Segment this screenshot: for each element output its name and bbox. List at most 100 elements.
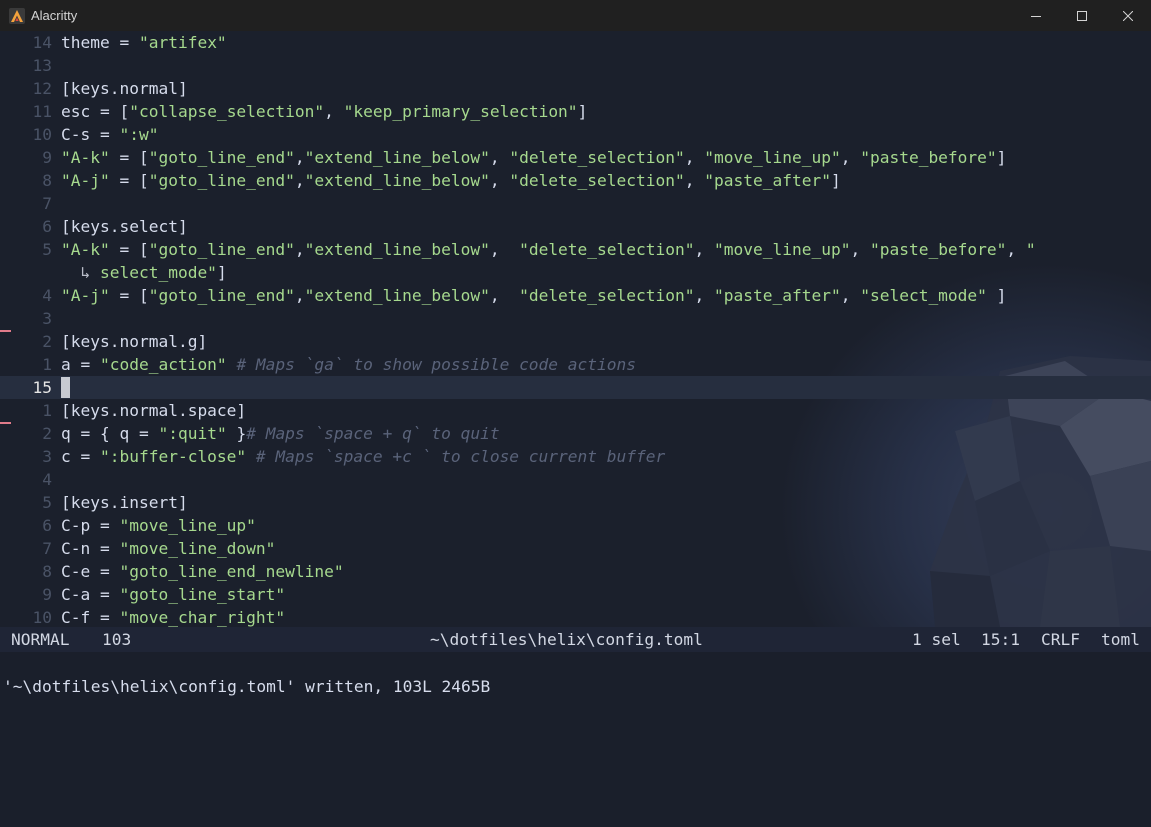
line-number: 9	[42, 585, 52, 604]
code-token: q = { q =	[61, 424, 159, 443]
code-line[interactable]: 8 "A-j" = ["goto_line_end","extend_line_b…	[0, 169, 1151, 192]
line-number: 1	[42, 355, 52, 374]
code-line[interactable]: 1 a = "code_action" # Maps `ga` to show p…	[0, 353, 1151, 376]
string-token: ":buffer-close"	[99, 447, 247, 466]
comment-token: # Maps `ga` to show possible code action…	[236, 355, 637, 374]
string-token: "paste_before"	[869, 240, 1007, 259]
code-token: ,	[684, 171, 705, 190]
cursor-position: 15:1	[981, 630, 1020, 649]
line-number: 10	[32, 125, 53, 144]
diff-marker	[0, 422, 11, 424]
code-token: ,	[489, 286, 520, 305]
code-line[interactable]: 11 esc = ["collapse_selection", "keep_pri…	[0, 100, 1151, 123]
text-cursor	[61, 377, 70, 398]
code-token: ,	[294, 148, 305, 167]
code-line[interactable]: 3	[0, 307, 1151, 330]
maximize-button[interactable]	[1059, 0, 1105, 31]
current-line[interactable]: 15	[0, 376, 1151, 399]
code-line[interactable]: 9 C-a = "goto_line_start"	[0, 583, 1151, 606]
mode-indicator: NORMAL	[11, 630, 70, 649]
code-token: ]	[830, 171, 841, 190]
line-number: 8	[42, 562, 52, 581]
code-token: ,	[840, 286, 861, 305]
comment-token: # Maps `space +c ` to close current buff…	[255, 447, 666, 466]
code-token: C-e =	[61, 562, 120, 581]
line-content: a = "code_action" # Maps `ga` to show po…	[61, 353, 636, 376]
code-token: ]	[577, 102, 588, 121]
code-line[interactable]: ↳ select_mode"]	[0, 261, 1151, 284]
comment-token: # Maps `space + q` to quit	[246, 424, 500, 443]
code-line[interactable]: 2 [keys.normal.g]	[0, 330, 1151, 353]
code-token: ,	[294, 286, 305, 305]
string-token: "	[1025, 240, 1036, 259]
string-token: "A-k"	[61, 148, 110, 167]
code-token: ,	[850, 240, 870, 259]
line-content: esc = ["collapse_selection", "keep_prima…	[61, 100, 587, 123]
code-line[interactable]: 6 [keys.select]	[0, 215, 1151, 238]
code-token: = [	[109, 148, 149, 167]
code-line[interactable]: 4	[0, 468, 1151, 491]
code-token: ]	[996, 148, 1007, 167]
line-ending: CRLF	[1041, 630, 1080, 649]
line-content: C-n = "move_line_down"	[61, 537, 275, 560]
code-line[interactable]: 8 C-e = "goto_line_end_newline"	[0, 560, 1151, 583]
line-number: 2	[42, 424, 52, 443]
code-line[interactable]: 7 C-n = "move_line_down"	[0, 537, 1151, 560]
string-token: "extend_line_below"	[304, 286, 490, 305]
code-token: C-p =	[61, 516, 120, 535]
code-line[interactable]: 12 [keys.normal]	[0, 77, 1151, 100]
code-token: ,	[294, 240, 305, 259]
line-number: 13	[32, 56, 53, 75]
selection-count: 1 sel	[912, 630, 961, 649]
close-icon	[1123, 10, 1133, 21]
line-number: 5	[42, 240, 52, 259]
code-token: [keys.normal.g]	[61, 332, 208, 351]
code-token: C-s =	[61, 125, 120, 144]
line-number: 6	[42, 217, 52, 236]
string-token: "select_mode"	[860, 286, 987, 305]
editor-pane[interactable]: 14 theme = "artifex" 13 12 [keys.normal] 11 es…	[0, 31, 1151, 627]
code-line[interactable]: 5 [keys.insert]	[0, 491, 1151, 514]
string-token: "goto_line_start"	[119, 585, 286, 604]
string-token: "delete_selection"	[509, 148, 685, 167]
string-token: ":w"	[119, 125, 159, 144]
code-token: [keys.select]	[61, 217, 188, 236]
code-line[interactable]: 13	[0, 54, 1151, 77]
minimize-button[interactable]	[1013, 0, 1059, 31]
close-button[interactable]	[1105, 0, 1151, 31]
string-token: "extend_line_below"	[304, 171, 490, 190]
soft-wrap-indicator: ↳	[61, 263, 100, 282]
code-line[interactable]: 9 "A-k" = ["goto_line_end","extend_line_b…	[0, 146, 1151, 169]
code-token: C-a =	[61, 585, 120, 604]
string-token: "goto_line_end"	[148, 148, 295, 167]
string-token: "goto_line_end"	[148, 171, 295, 190]
string-token: "move_line_up"	[704, 148, 841, 167]
line-content: [keys.normal]	[61, 77, 188, 100]
code-line[interactable]: 4 "A-j" = ["goto_line_end","extend_line_b…	[0, 284, 1151, 307]
code-line[interactable]: 6 C-p = "move_line_up"	[0, 514, 1151, 537]
command-line[interactable]: '~\dotfiles\helix\config.toml' written, …	[0, 652, 1151, 696]
code-line[interactable]: 10 C-f = "move_char_right"	[0, 606, 1151, 627]
code-line[interactable]: 1 [keys.normal.space]	[0, 399, 1151, 422]
string-token: "paste_after"	[704, 171, 831, 190]
code-line[interactable]: 14 theme = "artifex"	[0, 31, 1151, 54]
code-token: ,	[694, 240, 715, 259]
window-title: Alacritty	[31, 8, 78, 23]
maximize-icon	[1077, 10, 1087, 21]
code-token: theme =	[61, 33, 139, 52]
code-token: ,	[489, 148, 510, 167]
string-token: "goto_line_end_newline"	[119, 562, 344, 581]
code-line[interactable]: 7	[0, 192, 1151, 215]
code-line[interactable]: 3 c = ":buffer-close" # Maps `space +c ` …	[0, 445, 1151, 468]
line-content: "A-k" = ["goto_line_end","extend_line_be…	[61, 238, 1036, 261]
line-content: C-a = "goto_line_start"	[61, 583, 285, 606]
line-number: 2	[42, 332, 52, 351]
line-content: "A-k" = ["goto_line_end","extend_line_be…	[61, 146, 1006, 169]
code-line[interactable]: 5 "A-k" = ["goto_line_end","extend_line_b…	[0, 238, 1151, 261]
string-token: "delete_selection"	[519, 240, 695, 259]
code-line[interactable]: 10 C-s = ":w"	[0, 123, 1151, 146]
file-language: toml	[1101, 630, 1140, 649]
code-line[interactable]: 2 q = { q = ":quit" }# Maps `space + q` t…	[0, 422, 1151, 445]
